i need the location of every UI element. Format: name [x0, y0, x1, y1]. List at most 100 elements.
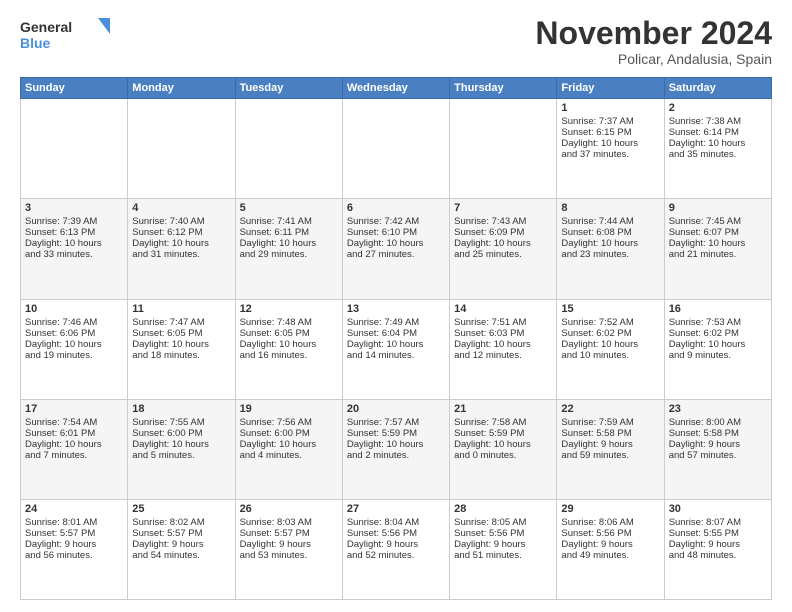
calendar-cell: 6Sunrise: 7:42 AMSunset: 6:10 PMDaylight…: [342, 199, 449, 299]
day-info: Daylight: 9 hours: [240, 539, 311, 550]
day-info: Sunrise: 8:02 AM: [132, 517, 204, 528]
day-number: 5: [240, 202, 338, 214]
day-info: Daylight: 10 hours: [132, 439, 209, 450]
day-info: Sunrise: 7:57 AM: [347, 417, 419, 428]
day-number: 27: [347, 503, 445, 515]
day-number: 28: [454, 503, 552, 515]
day-info: and 19 minutes.: [25, 350, 93, 361]
day-info: Daylight: 9 hours: [454, 539, 525, 550]
calendar-cell: [450, 99, 557, 199]
day-info: and 33 minutes.: [25, 249, 93, 260]
day-number: 24: [25, 503, 123, 515]
day-info: and 9 minutes.: [669, 350, 731, 361]
day-info: and 53 minutes.: [240, 550, 308, 561]
day-info: and 25 minutes.: [454, 249, 522, 260]
day-info: and 21 minutes.: [669, 249, 737, 260]
day-info: Sunrise: 7:52 AM: [561, 317, 633, 328]
day-info: Daylight: 9 hours: [669, 439, 740, 450]
day-info: Sunset: 6:07 PM: [669, 227, 739, 238]
day-info: Sunrise: 7:56 AM: [240, 417, 312, 428]
day-info: Sunset: 6:10 PM: [347, 227, 417, 238]
day-info: and 5 minutes.: [132, 450, 194, 461]
calendar-cell: [235, 99, 342, 199]
day-info: Sunrise: 7:38 AM: [669, 116, 741, 127]
day-info: and 14 minutes.: [347, 350, 415, 361]
calendar-cell: 30Sunrise: 8:07 AMSunset: 5:55 PMDayligh…: [664, 499, 771, 599]
day-info: Daylight: 9 hours: [561, 539, 632, 550]
calendar-cell: 26Sunrise: 8:03 AMSunset: 5:57 PMDayligh…: [235, 499, 342, 599]
day-info: Sunset: 5:56 PM: [347, 528, 417, 539]
calendar-cell: 5Sunrise: 7:41 AMSunset: 6:11 PMDaylight…: [235, 199, 342, 299]
title-block: November 2024 Policar, Andalusia, Spain: [535, 16, 772, 67]
header-tuesday: Tuesday: [235, 78, 342, 99]
day-info: and 57 minutes.: [669, 450, 737, 461]
day-info: Daylight: 9 hours: [25, 539, 96, 550]
day-info: and 37 minutes.: [561, 149, 629, 160]
day-number: 2: [669, 102, 767, 114]
day-number: 23: [669, 403, 767, 415]
day-info: Sunset: 6:12 PM: [132, 227, 202, 238]
day-info: Sunrise: 7:58 AM: [454, 417, 526, 428]
day-info: Sunrise: 7:55 AM: [132, 417, 204, 428]
day-info: Daylight: 9 hours: [132, 539, 203, 550]
day-info: Daylight: 10 hours: [669, 339, 746, 350]
day-number: 4: [132, 202, 230, 214]
day-number: 11: [132, 303, 230, 315]
day-number: 7: [454, 202, 552, 214]
calendar-cell: 7Sunrise: 7:43 AMSunset: 6:09 PMDaylight…: [450, 199, 557, 299]
day-info: and 35 minutes.: [669, 149, 737, 160]
day-number: 12: [240, 303, 338, 315]
day-info: Sunset: 6:05 PM: [132, 328, 202, 339]
day-number: 25: [132, 503, 230, 515]
day-info: Daylight: 10 hours: [454, 238, 531, 249]
day-info: Sunset: 6:01 PM: [25, 428, 95, 439]
day-info: Daylight: 10 hours: [347, 439, 424, 450]
day-info: and 31 minutes.: [132, 249, 200, 260]
day-info: Sunrise: 7:59 AM: [561, 417, 633, 428]
calendar-cell: 13Sunrise: 7:49 AMSunset: 6:04 PMDayligh…: [342, 299, 449, 399]
day-info: Sunrise: 8:01 AM: [25, 517, 97, 528]
day-info: Sunset: 6:14 PM: [669, 127, 739, 138]
day-info: and 2 minutes.: [347, 450, 409, 461]
day-info: Sunrise: 7:53 AM: [669, 317, 741, 328]
day-number: 3: [25, 202, 123, 214]
calendar-cell: 27Sunrise: 8:04 AMSunset: 5:56 PMDayligh…: [342, 499, 449, 599]
day-info: Sunset: 6:03 PM: [454, 328, 524, 339]
day-info: and 54 minutes.: [132, 550, 200, 561]
calendar-cell: [128, 99, 235, 199]
day-info: and 10 minutes.: [561, 350, 629, 361]
day-info: Sunset: 6:02 PM: [669, 328, 739, 339]
day-info: Sunset: 5:59 PM: [454, 428, 524, 439]
calendar-cell: [342, 99, 449, 199]
calendar-cell: 17Sunrise: 7:54 AMSunset: 6:01 PMDayligh…: [21, 399, 128, 499]
day-info: and 51 minutes.: [454, 550, 522, 561]
day-info: and 0 minutes.: [454, 450, 516, 461]
day-info: Daylight: 10 hours: [561, 238, 638, 249]
day-info: Sunset: 6:11 PM: [240, 227, 310, 238]
day-info: and 16 minutes.: [240, 350, 308, 361]
day-info: Daylight: 10 hours: [132, 238, 209, 249]
day-info: Daylight: 10 hours: [240, 238, 317, 249]
day-info: Sunset: 5:58 PM: [669, 428, 739, 439]
day-info: Sunset: 6:05 PM: [240, 328, 310, 339]
day-info: Sunset: 5:57 PM: [25, 528, 95, 539]
subtitle: Policar, Andalusia, Spain: [535, 51, 772, 67]
day-info: Sunset: 6:08 PM: [561, 227, 631, 238]
day-info: Sunset: 6:00 PM: [240, 428, 310, 439]
day-info: Daylight: 10 hours: [347, 339, 424, 350]
calendar-header-row: SundayMondayTuesdayWednesdayThursdayFrid…: [21, 78, 772, 99]
calendar-cell: 12Sunrise: 7:48 AMSunset: 6:05 PMDayligh…: [235, 299, 342, 399]
calendar-cell: 25Sunrise: 8:02 AMSunset: 5:57 PMDayligh…: [128, 499, 235, 599]
header-friday: Friday: [557, 78, 664, 99]
day-number: 16: [669, 303, 767, 315]
day-info: Daylight: 10 hours: [561, 339, 638, 350]
day-info: Daylight: 10 hours: [347, 238, 424, 249]
day-info: Sunset: 5:56 PM: [454, 528, 524, 539]
calendar-cell: 11Sunrise: 7:47 AMSunset: 6:05 PMDayligh…: [128, 299, 235, 399]
week-row-2: 3Sunrise: 7:39 AMSunset: 6:13 PMDaylight…: [21, 199, 772, 299]
day-info: Sunset: 5:59 PM: [347, 428, 417, 439]
calendar-cell: 4 Sunrise: 7:40 AMSunset: 6:12 PMDaylight…: [128, 199, 235, 299]
day-number: 17: [25, 403, 123, 415]
day-info: Sunrise: 7:40 AM: [132, 216, 204, 227]
day-info: Sunset: 6:02 PM: [561, 328, 631, 339]
